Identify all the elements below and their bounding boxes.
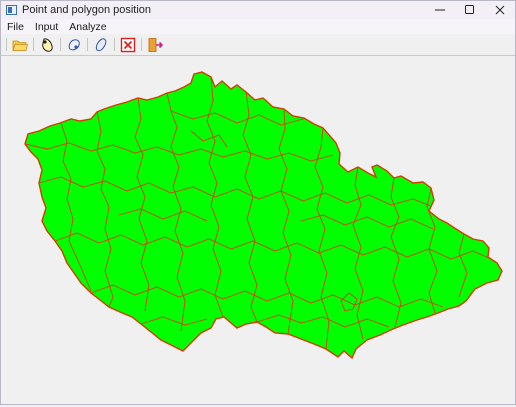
- title-bar: Point and polygon position: [1, 1, 515, 19]
- exit-icon: [148, 37, 163, 52]
- clear-button[interactable]: [119, 36, 137, 53]
- toolbar-separator: [114, 38, 115, 51]
- point-polygon-alt-icon: [68, 38, 80, 50]
- minimize-icon: [435, 9, 445, 11]
- menu-bar: File Input Analyze: [1, 19, 515, 34]
- open-file-button[interactable]: [11, 36, 29, 53]
- clear-icon: [120, 37, 136, 52]
- czech-districts-map: [24, 71, 503, 359]
- app-icon: [6, 5, 17, 15]
- point-in-polygon-icon: [42, 37, 53, 52]
- app-window: Point and polygon position File Input An…: [0, 0, 516, 405]
- toolbar: [1, 34, 515, 56]
- polygon-button[interactable]: [92, 36, 110, 53]
- close-button[interactable]: [485, 1, 515, 19]
- window-title: Point and polygon position: [22, 4, 152, 16]
- map-canvas[interactable]: [1, 56, 515, 404]
- toolbar-separator: [60, 38, 61, 51]
- exit-button[interactable]: [146, 36, 164, 53]
- toolbar-separator: [6, 38, 7, 51]
- maximize-button[interactable]: [455, 1, 485, 19]
- maximize-icon: [465, 5, 474, 14]
- point-in-polygon-button[interactable]: [38, 36, 56, 53]
- point-polygon-alt-button[interactable]: [65, 36, 83, 53]
- close-icon: [495, 5, 505, 15]
- folder-open-icon: [12, 40, 28, 51]
- toolbar-separator: [33, 38, 34, 51]
- menu-file[interactable]: File: [2, 21, 29, 33]
- menu-input[interactable]: Input: [30, 21, 63, 33]
- polygon-icon: [95, 37, 107, 51]
- toolbar-separator: [87, 38, 88, 51]
- toolbar-separator: [141, 38, 142, 51]
- menu-analyze[interactable]: Analyze: [64, 21, 111, 33]
- minimize-button[interactable]: [425, 1, 455, 19]
